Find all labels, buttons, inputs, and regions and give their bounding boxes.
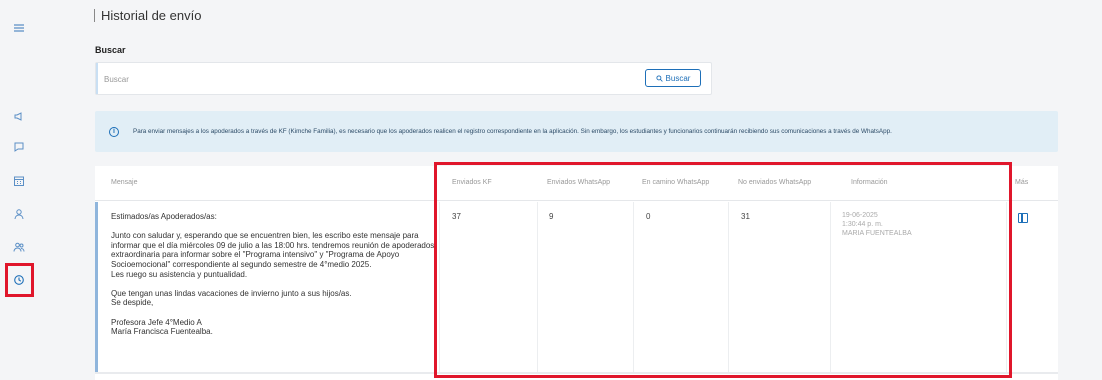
calendar-icon[interactable] bbox=[10, 172, 28, 190]
active-nav-highlight bbox=[5, 263, 34, 297]
header-in-transit-whatsapp: En camino WhatsApp bbox=[642, 179, 710, 186]
header-more: Más bbox=[1015, 179, 1029, 186]
panel-icon[interactable] bbox=[1018, 213, 1028, 223]
column-divider bbox=[728, 202, 729, 372]
chat-icon[interactable] bbox=[10, 138, 28, 156]
column-divider bbox=[633, 202, 634, 372]
info-author: MARIA FUENTEALBA bbox=[842, 230, 912, 237]
search-button-label: Buscar bbox=[665, 73, 691, 83]
header-info: Información bbox=[851, 179, 888, 186]
header-not-sent-whatsapp: No enviados WhatsApp bbox=[738, 179, 812, 186]
column-divider bbox=[1006, 202, 1007, 372]
page-title-text: Historial de envío bbox=[101, 8, 202, 23]
column-divider bbox=[830, 202, 831, 372]
person-icon[interactable] bbox=[10, 205, 28, 223]
sidebar bbox=[0, 0, 38, 380]
table-row[interactable]: Estimados/as Apoderados/as: Junto con sa… bbox=[95, 202, 1058, 380]
search-button[interactable]: Buscar bbox=[645, 69, 701, 87]
sent-whatsapp-cell: 9 bbox=[549, 212, 554, 221]
group-icon[interactable] bbox=[10, 238, 28, 256]
header-message: Mensaje bbox=[111, 179, 138, 186]
table-header: Mensaje Enviados KF Enviados WhatsApp En… bbox=[95, 166, 1058, 201]
not-sent-whatsapp-cell: 31 bbox=[741, 212, 750, 221]
menu-icon[interactable] bbox=[10, 19, 28, 37]
info-cell: 19-06-2025 1:30:44 p. m. MARIA FUENTEALB… bbox=[842, 211, 912, 238]
info-icon: i bbox=[109, 126, 119, 137]
message-cell: Estimados/as Apoderados/as: Junto con sa… bbox=[111, 212, 435, 337]
info-time: 1:30:44 p. m. bbox=[842, 221, 883, 228]
info-date: 19-06-2025 bbox=[842, 212, 878, 219]
row-bottom-border bbox=[95, 372, 1058, 374]
search-input[interactable] bbox=[104, 71, 624, 87]
header-sent-whatsapp: Enviados WhatsApp bbox=[547, 179, 611, 186]
search-label: Buscar bbox=[95, 45, 126, 55]
info-banner: i Para enviar mensajes a los apoderados … bbox=[95, 111, 1058, 152]
history-table: Mensaje Enviados KF Enviados WhatsApp En… bbox=[95, 166, 1058, 380]
info-banner-text: Para enviar mensajes a los apoderados a … bbox=[133, 128, 892, 135]
megaphone-icon[interactable] bbox=[10, 107, 28, 125]
column-divider bbox=[537, 202, 538, 372]
search-box: Buscar bbox=[95, 62, 712, 95]
row-accent bbox=[95, 202, 98, 372]
title-divider bbox=[94, 9, 95, 22]
search-icon bbox=[655, 74, 663, 82]
column-divider bbox=[439, 202, 440, 372]
page-title: Historial de envío bbox=[94, 8, 201, 23]
sent-kf-cell: 37 bbox=[452, 212, 461, 221]
in-transit-whatsapp-cell: 0 bbox=[646, 212, 651, 221]
search-box-accent bbox=[96, 63, 98, 94]
header-sent-kf: Enviados KF bbox=[452, 179, 492, 186]
